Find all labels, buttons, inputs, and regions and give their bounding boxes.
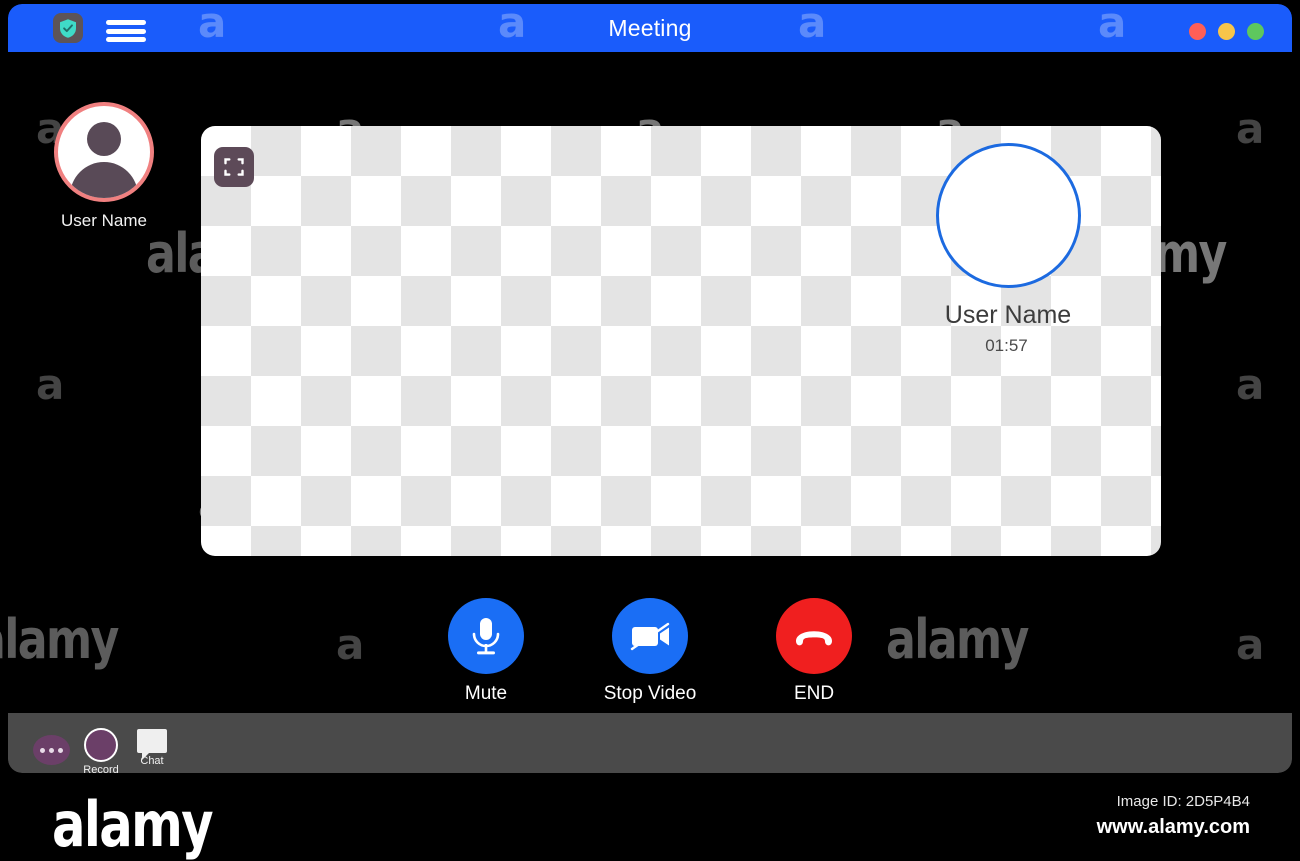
title-bar: Meeting xyxy=(8,4,1292,52)
end-call-button-label: END xyxy=(793,683,835,704)
chat-button[interactable]: Chat xyxy=(134,729,170,767)
remote-participant-tile: User Name 01:57 xyxy=(908,143,1108,356)
person-avatar-icon xyxy=(54,102,154,202)
bottom-toolbar: Record Chat xyxy=(8,713,1292,773)
chat-button-label: Chat xyxy=(140,755,164,767)
stop-video-button[interactable]: Stop Video xyxy=(590,598,710,705)
more-dots-icon[interactable] xyxy=(33,735,70,765)
microphone-icon xyxy=(448,598,524,674)
record-circle-icon xyxy=(84,728,118,762)
screenshot-root: alamy alamy alamy alamy alamy a a a a a … xyxy=(0,0,1300,861)
footer-bar: alamy Image ID: 2D5P4B4 www.alamy.com xyxy=(0,773,1300,861)
record-button[interactable]: Record xyxy=(82,728,120,773)
end-call-button[interactable]: END xyxy=(754,598,874,705)
avatar-body xyxy=(70,162,138,198)
self-participant-tile[interactable]: User Name xyxy=(52,102,156,231)
window-controls xyxy=(1189,23,1264,40)
dot xyxy=(40,747,45,753)
alamy-logo: alamy xyxy=(52,788,214,861)
remote-avatar xyxy=(935,143,1081,288)
stop-video-button-label: Stop Video xyxy=(603,683,697,704)
alamy-url: www.alamy.com xyxy=(1096,816,1250,838)
fullscreen-expand-icon[interactable] xyxy=(214,147,254,187)
remote-participant-name: User Name xyxy=(944,301,1072,329)
maximize-window-button[interactable] xyxy=(1247,23,1264,40)
call-timer: 01:57 xyxy=(985,336,1028,355)
chat-bubble-icon xyxy=(137,729,167,760)
minimize-window-button[interactable] xyxy=(1218,23,1235,40)
mute-button-label: Mute xyxy=(464,683,508,704)
record-button-label: Record xyxy=(83,764,119,773)
avatar-head xyxy=(87,122,121,156)
close-window-button[interactable] xyxy=(1189,23,1206,40)
meeting-app-window: Meeting User Name User Name 01:57 Mute S… xyxy=(8,4,1292,773)
dot xyxy=(49,747,54,753)
camera-slash-icon xyxy=(612,598,688,674)
phone-hangup-icon xyxy=(776,598,852,674)
dot xyxy=(58,747,63,753)
mute-button[interactable]: Mute xyxy=(426,598,546,705)
main-video-panel[interactable]: User Name 01:57 xyxy=(201,126,1161,556)
page-title: Meeting xyxy=(608,15,692,41)
image-id-label: Image ID: 2D5P4B4 xyxy=(1116,793,1250,810)
call-controls-bar: Mute Stop Video END xyxy=(8,598,1292,705)
self-participant-name: User Name xyxy=(61,211,147,230)
